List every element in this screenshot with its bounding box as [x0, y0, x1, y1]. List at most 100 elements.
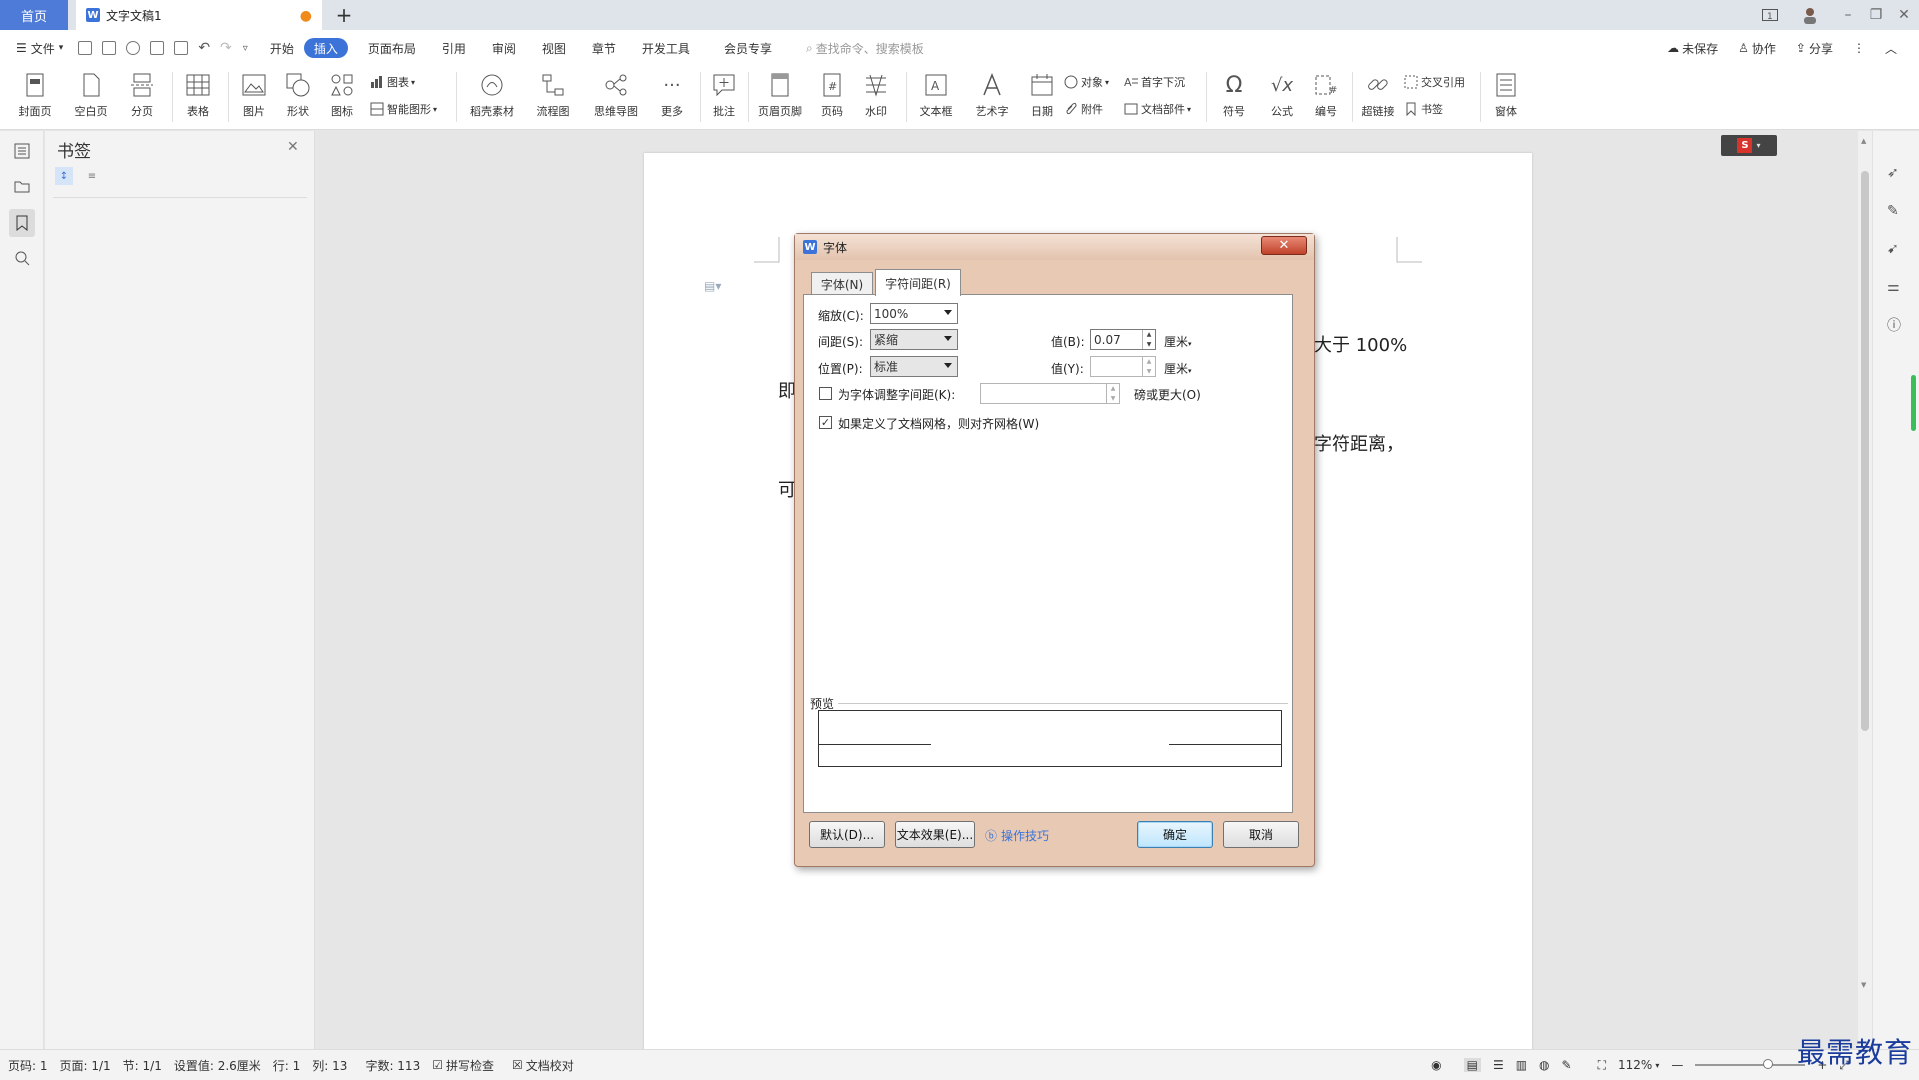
page-number-button[interactable]: # 页码 [812, 66, 852, 128]
unit-y-dropdown[interactable]: 厘米▾ [1164, 360, 1192, 377]
outline-view-icon[interactable]: ☰ [1493, 1058, 1504, 1072]
tab-document[interactable]: W 文字文稿1 ● [76, 0, 322, 30]
spacing-select[interactable]: 紧缩 [870, 329, 958, 350]
default-button[interactable]: 默认(D)... [809, 821, 885, 848]
object-button[interactable]: 对象 ▾ [1064, 74, 1109, 90]
symbol-button[interactable]: Ω 符号 [1214, 66, 1254, 128]
menu-chapter[interactable]: 章节 [582, 38, 626, 58]
tab-character-spacing[interactable]: 字符间距(R) [875, 269, 961, 296]
bookmark-nav-icon[interactable] [9, 209, 35, 237]
print-icon[interactable] [150, 41, 165, 55]
status-row[interactable]: 行: 1 [273, 1057, 301, 1074]
status-col[interactable]: 列: 13 [312, 1057, 347, 1074]
snap-to-grid-checkbox[interactable]: ✓ [819, 416, 832, 429]
close-window-icon[interactable]: ✕ [1892, 4, 1916, 26]
restore-icon[interactable]: ❐ [1864, 4, 1888, 26]
status-page[interactable]: 页码: 1 [8, 1057, 48, 1074]
table-button[interactable]: 表格 [178, 66, 218, 128]
status-section[interactable]: 节: 1/1 [123, 1057, 162, 1074]
collapse-ribbon-icon[interactable]: ︿ [1875, 38, 1907, 58]
outline-icon[interactable] [12, 141, 32, 161]
zoom-level[interactable]: 112% [1618, 1058, 1652, 1072]
save-icon[interactable] [102, 41, 117, 55]
proofread-button[interactable]: ☒ 文档校对 [512, 1057, 574, 1074]
bookmark-button[interactable]: 书签 [1404, 101, 1443, 117]
avatar[interactable] [1798, 4, 1822, 26]
shape-button[interactable]: 形状 [278, 66, 318, 128]
smartart-button[interactable]: 智能图形 ▾ [370, 101, 437, 117]
format-painter-icon[interactable] [126, 41, 141, 55]
new-doc-icon[interactable] [78, 41, 93, 55]
fit-page-icon[interactable]: ⛶ [1598, 1058, 1606, 1073]
value-b-input[interactable]: 0.07 ▲ ▼ [1090, 329, 1156, 350]
material-button[interactable]: 稻壳素材 [464, 66, 520, 128]
formula-button[interactable]: √x 公式 [1262, 66, 1302, 128]
reading-view-icon[interactable]: ▥ [1516, 1058, 1527, 1072]
menu-page-layout[interactable]: 页面布局 [358, 38, 426, 58]
scroll-down-icon[interactable]: ▼ [1861, 981, 1866, 989]
minimize-icon[interactable]: – [1836, 4, 1860, 26]
redo-icon[interactable]: ↷ [220, 40, 232, 56]
collaborate-button[interactable]: ♙ 协作 [1728, 38, 1786, 58]
dialog-close-button[interactable]: ✕ [1261, 236, 1307, 255]
tab-home[interactable]: 首页 [0, 0, 68, 30]
cursor-icon[interactable]: ➹ [1887, 241, 1899, 257]
drop-cap-button[interactable]: A 首字下沉 [1124, 74, 1185, 90]
vertical-scrollbar[interactable]: ▲ ▼ [1858, 131, 1872, 1049]
write-mode-icon[interactable]: ✎ [1562, 1058, 1572, 1072]
menu-view[interactable]: 视图 [532, 38, 576, 58]
input-method-widget[interactable]: S ▾ [1721, 135, 1777, 156]
web-view-icon[interactable]: ◍ [1539, 1058, 1549, 1072]
share-button[interactable]: ⇪ 分享 [1786, 38, 1843, 58]
command-search[interactable]: ⌕ 查找命令、搜索模板 [796, 38, 934, 58]
file-menu[interactable]: ☰ 文件 ▾ [6, 38, 73, 58]
help-icon[interactable]: ⓘ [1887, 315, 1901, 335]
menu-membership[interactable]: 会员专享 [714, 38, 782, 58]
comment-button[interactable]: 批注 [704, 66, 744, 128]
value-y-spinner[interactable]: ▲ ▼ [1142, 357, 1155, 376]
mindmap-button[interactable]: 思维导图 [586, 66, 646, 128]
status-setting[interactable]: 设置值: 2.6厘米 [174, 1057, 261, 1074]
unsaved-status[interactable]: ☁ 未保存 [1657, 38, 1728, 58]
sort-by-name-icon[interactable]: ↕ [55, 167, 73, 185]
pen-icon[interactable]: ✎ [1887, 203, 1899, 219]
menu-insert[interactable]: 插入 [303, 38, 348, 58]
kerning-input[interactable]: ▲ ▼ [980, 383, 1120, 404]
textbox-button[interactable]: A 文本框 [912, 66, 960, 128]
dialog-titlebar[interactable]: W 字体 [795, 234, 1314, 260]
menu-review[interactable]: 审阅 [482, 38, 526, 58]
side-slider-handle[interactable] [1911, 375, 1916, 431]
value-y-input[interactable]: ▲ ▼ [1090, 356, 1156, 377]
page-view-icon[interactable]: ▤ [1463, 1058, 1481, 1072]
window-layout-icon[interactable]: 1 [1758, 4, 1782, 26]
tab-font[interactable]: 字体(N) [811, 272, 873, 295]
close-panel-icon[interactable]: ✕ [287, 139, 299, 155]
attachment-button[interactable]: 附件 [1064, 101, 1103, 117]
cross-reference-button[interactable]: 交叉引用 [1404, 74, 1465, 90]
paragraph-format-icon[interactable]: ▤▾ [704, 279, 721, 293]
header-footer-button[interactable]: 页眉页脚 [752, 66, 808, 128]
status-words[interactable]: 字数: 113 [365, 1057, 420, 1074]
wordart-button[interactable]: 艺术字 [968, 66, 1016, 128]
flowchart-button[interactable]: 流程图 [526, 66, 580, 128]
numbering-button[interactable]: # 编号 [1306, 66, 1346, 128]
rocket-icon[interactable]: ➶ [1887, 165, 1899, 181]
cancel-button[interactable]: 取消 [1223, 821, 1299, 848]
chapter-nav-icon[interactable] [12, 176, 32, 196]
scroll-thumb[interactable] [1861, 171, 1869, 731]
zoom-out-icon[interactable]: — [1671, 1058, 1683, 1072]
unit-b-dropdown[interactable]: 厘米▾ [1164, 333, 1192, 350]
menu-references[interactable]: 引用 [432, 38, 476, 58]
status-pages[interactable]: 页面: 1/1 [60, 1057, 111, 1074]
ok-button[interactable]: 确定 [1137, 821, 1213, 848]
spellcheck-toggle[interactable]: ☑ 拼写检查 [432, 1057, 494, 1074]
zoom-dropdown-icon[interactable]: ▾ [1655, 1061, 1659, 1070]
scroll-up-icon[interactable]: ▲ [1861, 137, 1866, 145]
undo-icon[interactable]: ↶ [198, 40, 210, 56]
blank-page-button[interactable]: 空白页 [66, 66, 116, 128]
date-button[interactable]: 日期 [1022, 66, 1062, 128]
tips-link[interactable]: ⓑ 操作技巧 [985, 827, 1049, 844]
kerning-spinner[interactable]: ▲ ▼ [1106, 384, 1119, 403]
menu-developer[interactable]: 开发工具 [632, 38, 700, 58]
form-button[interactable]: 窗体 [1486, 66, 1526, 128]
